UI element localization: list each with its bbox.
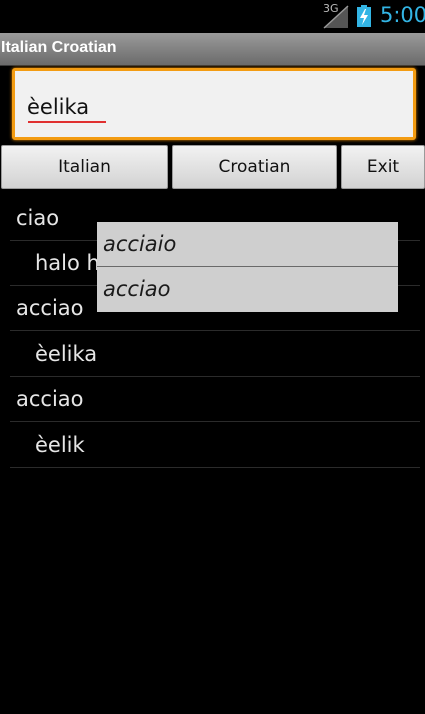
app-title-bar: Italian Croatian (0, 33, 425, 66)
status-clock: 5:00 (380, 3, 425, 27)
suggestion-item[interactable]: acciao (97, 267, 398, 312)
signal-strength-icon (323, 5, 349, 29)
list-item[interactable]: èelika (10, 332, 420, 377)
status-bar: 3G 5:00 (0, 0, 425, 33)
search-input[interactable] (27, 92, 397, 122)
exit-button[interactable]: Exit (341, 145, 425, 189)
spellcheck-underline (28, 121, 106, 123)
battery-charging-icon (357, 5, 371, 27)
app-title: Italian Croatian (1, 39, 117, 56)
italian-button[interactable]: Italian (1, 145, 168, 189)
list-item[interactable]: acciao (10, 377, 420, 422)
suggestion-item[interactable]: acciaio (97, 222, 398, 267)
autocomplete-dropdown: acciaio acciao (97, 222, 398, 312)
croatian-button[interactable]: Croatian (172, 145, 337, 189)
search-input-container[interactable] (12, 68, 416, 140)
list-item[interactable]: èelik (10, 423, 420, 468)
